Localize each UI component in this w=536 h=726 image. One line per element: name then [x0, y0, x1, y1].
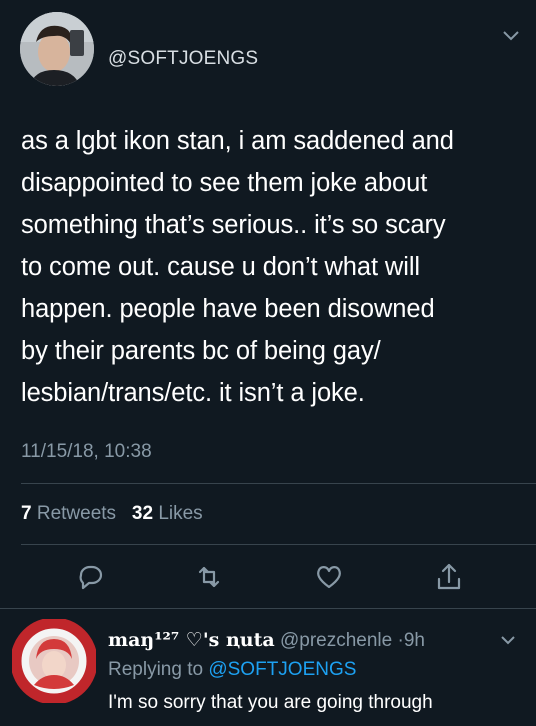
divider	[21, 483, 536, 484]
tweet-timestamp[interactable]: 11/15/18, 10:38	[21, 441, 152, 463]
tweet-text-line: lesbian/trans/etc. it isn’t a joke.	[21, 379, 365, 407]
retweets-count[interactable]: 7	[21, 503, 32, 524]
retweets-label[interactable]: Retweets	[37, 503, 116, 524]
likes-count[interactable]: 32	[132, 503, 153, 524]
replying-to-label: Replying to	[108, 659, 204, 680]
replying-to-mention[interactable]: @SOFTJOENGS	[208, 659, 356, 680]
likes-label[interactable]: Likes	[158, 503, 202, 524]
tweet-stats: 7 Retweets 32 Likes	[21, 503, 203, 525]
tweet-text-line: to come out. cause u don’t what will	[21, 253, 420, 281]
reply-handle[interactable]: @prezchenle	[280, 630, 392, 651]
tweet-text-line: something that’s serious.. it’s so scary	[21, 211, 446, 239]
reply-time[interactable]: 9h	[404, 630, 425, 651]
retweet-icon[interactable]	[192, 560, 226, 594]
chevron-down-icon[interactable]	[502, 30, 520, 42]
tweet-text: as a lgbt ikon stan, i am saddened and d…	[21, 120, 521, 414]
share-icon[interactable]	[432, 560, 466, 594]
avatar-image	[20, 12, 94, 86]
reply-display-name[interactable]: maŋ¹²⁷ ♡'ꜱ ꞑuta	[108, 629, 275, 651]
tweet-actions	[0, 560, 536, 600]
reply-avatar[interactable]	[12, 619, 96, 703]
tweet-text-line: happen. people have been disowned	[21, 295, 435, 323]
tweet-text-line: by their parents bc of being gay/	[21, 337, 381, 365]
replying-to: Replying to @SOFTJOENGS	[108, 659, 356, 681]
reply-header: maŋ¹²⁷ ♡'ꜱ ꞑuta @prezchenle ·9h	[108, 629, 425, 652]
reply-icon[interactable]	[72, 560, 106, 594]
chevron-down-icon[interactable]	[500, 635, 516, 645]
divider	[21, 544, 536, 545]
avatar[interactable]	[20, 12, 94, 86]
tweet-text-line: as a lgbt ikon stan, i am saddened and	[21, 127, 454, 155]
reply-tweet[interactable]: maŋ¹²⁷ ♡'ꜱ ꞑuta @prezchenle ·9h Replying…	[0, 608, 536, 726]
tweet-text-line: disappointed to see them joke about	[21, 169, 428, 197]
author-handle[interactable]: @SOFTJOENGS	[108, 48, 258, 70]
reply-text: I'm so sorry that you are going through	[108, 692, 433, 713]
heart-icon[interactable]	[312, 560, 346, 594]
